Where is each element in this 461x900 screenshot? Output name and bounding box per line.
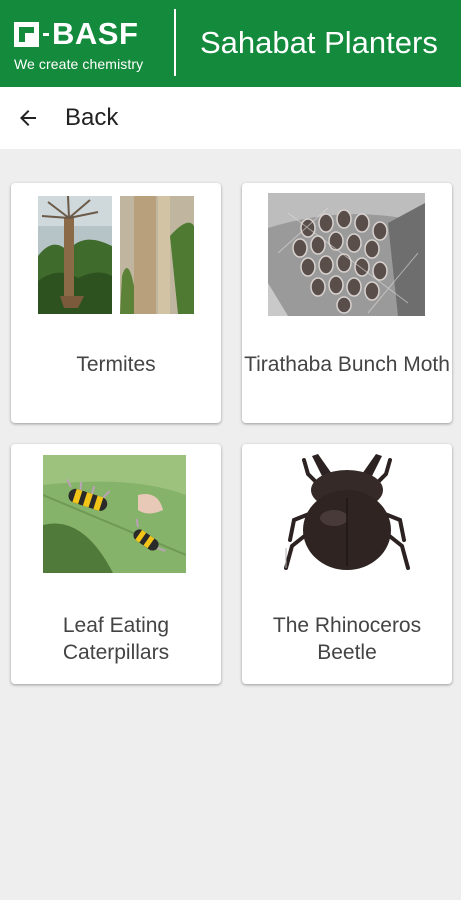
- brand-tagline: We create chemistry: [14, 56, 144, 72]
- pest-card-tirathaba-bunch-moth[interactable]: Tirathaba Bunch Moth: [242, 183, 452, 423]
- back-bar: Back: [0, 87, 461, 149]
- tirathaba-photo: [268, 193, 425, 316]
- pest-card-rhinoceros-beetle[interactable]: The Rhinoceros Beetle: [242, 444, 452, 684]
- caterpillars-photo: [43, 455, 186, 573]
- back-button[interactable]: Back: [65, 103, 118, 133]
- pest-card-label: Tirathaba Bunch Moth: [244, 353, 450, 376]
- app-header: BASF We create chemistry Sahabat Planter…: [0, 0, 461, 87]
- basf-logo: BASF We create chemistry: [14, 16, 144, 72]
- pest-card-label: The Rhinoceros Beetle: [272, 614, 422, 664]
- pest-card-leaf-eating-caterpillars[interactable]: Leaf Eating Caterpillars: [11, 444, 221, 684]
- header-divider: [174, 9, 176, 76]
- basf-logo-mark: [14, 21, 39, 47]
- pest-card-termites[interactable]: Termites: [11, 183, 221, 423]
- app-title: Sahabat Planters: [200, 25, 438, 60]
- arrow-left-icon[interactable]: [16, 106, 40, 130]
- brand-name: BASF: [52, 16, 139, 51]
- pest-card-label: Leaf Eating Caterpillars: [62, 614, 170, 664]
- termites-photo: [38, 196, 194, 314]
- rhinoceros-beetle-photo: [272, 450, 422, 578]
- pest-card-label: Termites: [76, 353, 156, 376]
